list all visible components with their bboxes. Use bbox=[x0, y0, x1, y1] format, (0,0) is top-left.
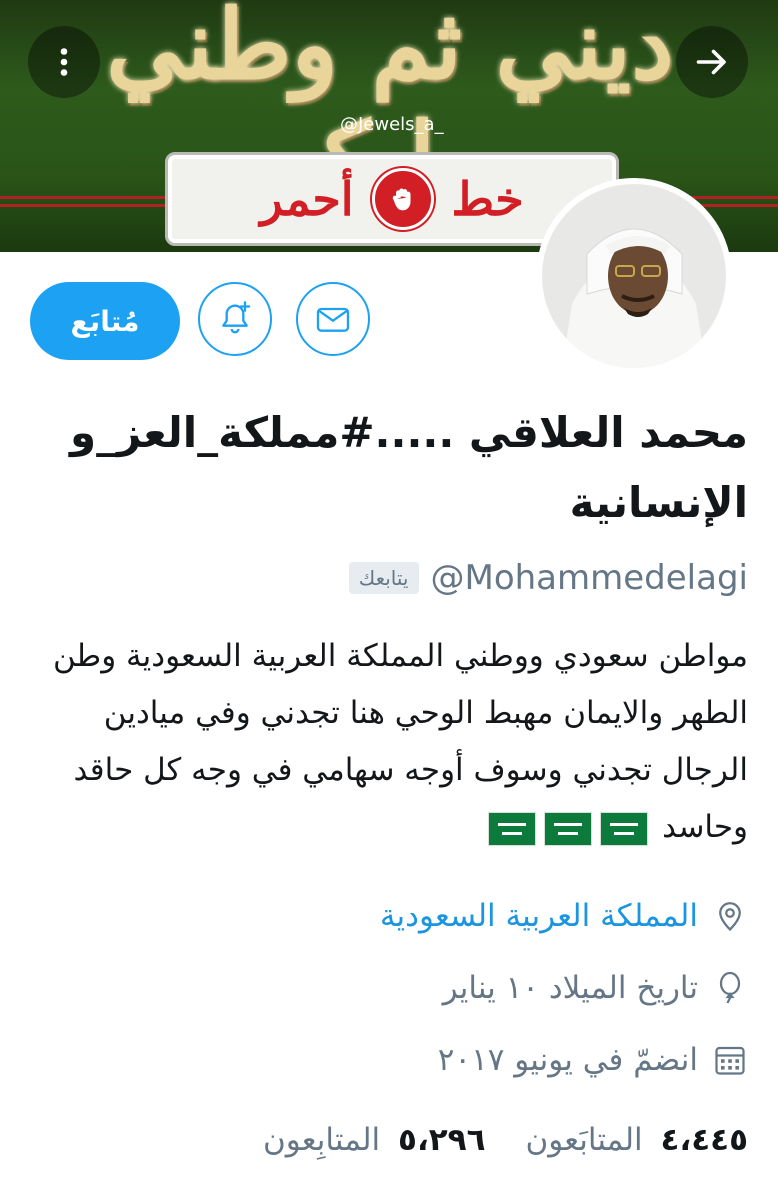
message-button[interactable] bbox=[296, 282, 370, 356]
user-handle: @Mohammedelagi bbox=[430, 558, 749, 598]
birthday-row: تاريخ الميلاد ١٠ يناير bbox=[443, 970, 748, 1006]
followers-label: المتابِعون bbox=[263, 1122, 381, 1158]
sign-text-left: أحمر bbox=[260, 172, 354, 226]
back-button[interactable] bbox=[676, 26, 748, 98]
banner-watermark: @Jewels_a_ bbox=[340, 114, 444, 135]
followers-stat[interactable]: ٥،٢٩٦ المتابِعون bbox=[263, 1122, 485, 1158]
saudi-flag-icon bbox=[544, 811, 593, 846]
more-vertical-icon bbox=[60, 48, 68, 76]
following-label: المتابَعون bbox=[525, 1122, 643, 1158]
balloon-icon bbox=[719, 971, 741, 1004]
following-count: ٤،٤٤٥ bbox=[660, 1122, 748, 1158]
sign-text-right: خط bbox=[451, 172, 524, 226]
joined-text: انضمّ في يونيو ٢٠١٧ bbox=[437, 1042, 698, 1078]
calendar-icon bbox=[715, 1046, 745, 1075]
saudi-flag-icon bbox=[600, 811, 649, 846]
location-link[interactable]: المملكة العربية السعودية bbox=[380, 898, 698, 934]
profile-bio: مواطن سعودي ووطني المملكة العربية السعود… bbox=[28, 628, 748, 856]
birthday-text: تاريخ الميلاد ١٠ يناير bbox=[442, 970, 698, 1006]
following-button[interactable]: مُتابَع bbox=[30, 282, 180, 360]
location-pin-icon bbox=[719, 902, 741, 932]
arrow-right-icon bbox=[696, 49, 726, 75]
display-name: محمد العلاقي .....#مملكة_العز_و الإنساني… bbox=[70, 408, 748, 527]
stop-hand-icon bbox=[371, 168, 434, 230]
envelope-icon bbox=[316, 307, 350, 332]
saudi-flag-icon bbox=[488, 811, 537, 846]
more-options-button[interactable] bbox=[28, 26, 100, 98]
handle-row: @Mohammedelagi يتابعك bbox=[348, 558, 749, 598]
following-stat[interactable]: ٤،٤٤٥ المتابَعون bbox=[526, 1122, 748, 1158]
location-row: المملكة العربية السعودية bbox=[380, 898, 748, 934]
followers-count: ٥،٢٩٦ bbox=[398, 1122, 486, 1158]
profile-avatar[interactable] bbox=[536, 178, 732, 374]
follow-stats: ٤،٤٤٥ المتابَعون ٥،٢٩٦ المتابِعون bbox=[223, 1122, 748, 1158]
follows-you-badge: يتابعك bbox=[348, 562, 419, 594]
notifications-button[interactable] bbox=[198, 282, 272, 356]
joined-row: انضمّ في يونيو ٢٠١٧ bbox=[438, 1042, 748, 1078]
bell-plus-icon bbox=[222, 301, 251, 334]
avatar-image bbox=[542, 184, 726, 368]
